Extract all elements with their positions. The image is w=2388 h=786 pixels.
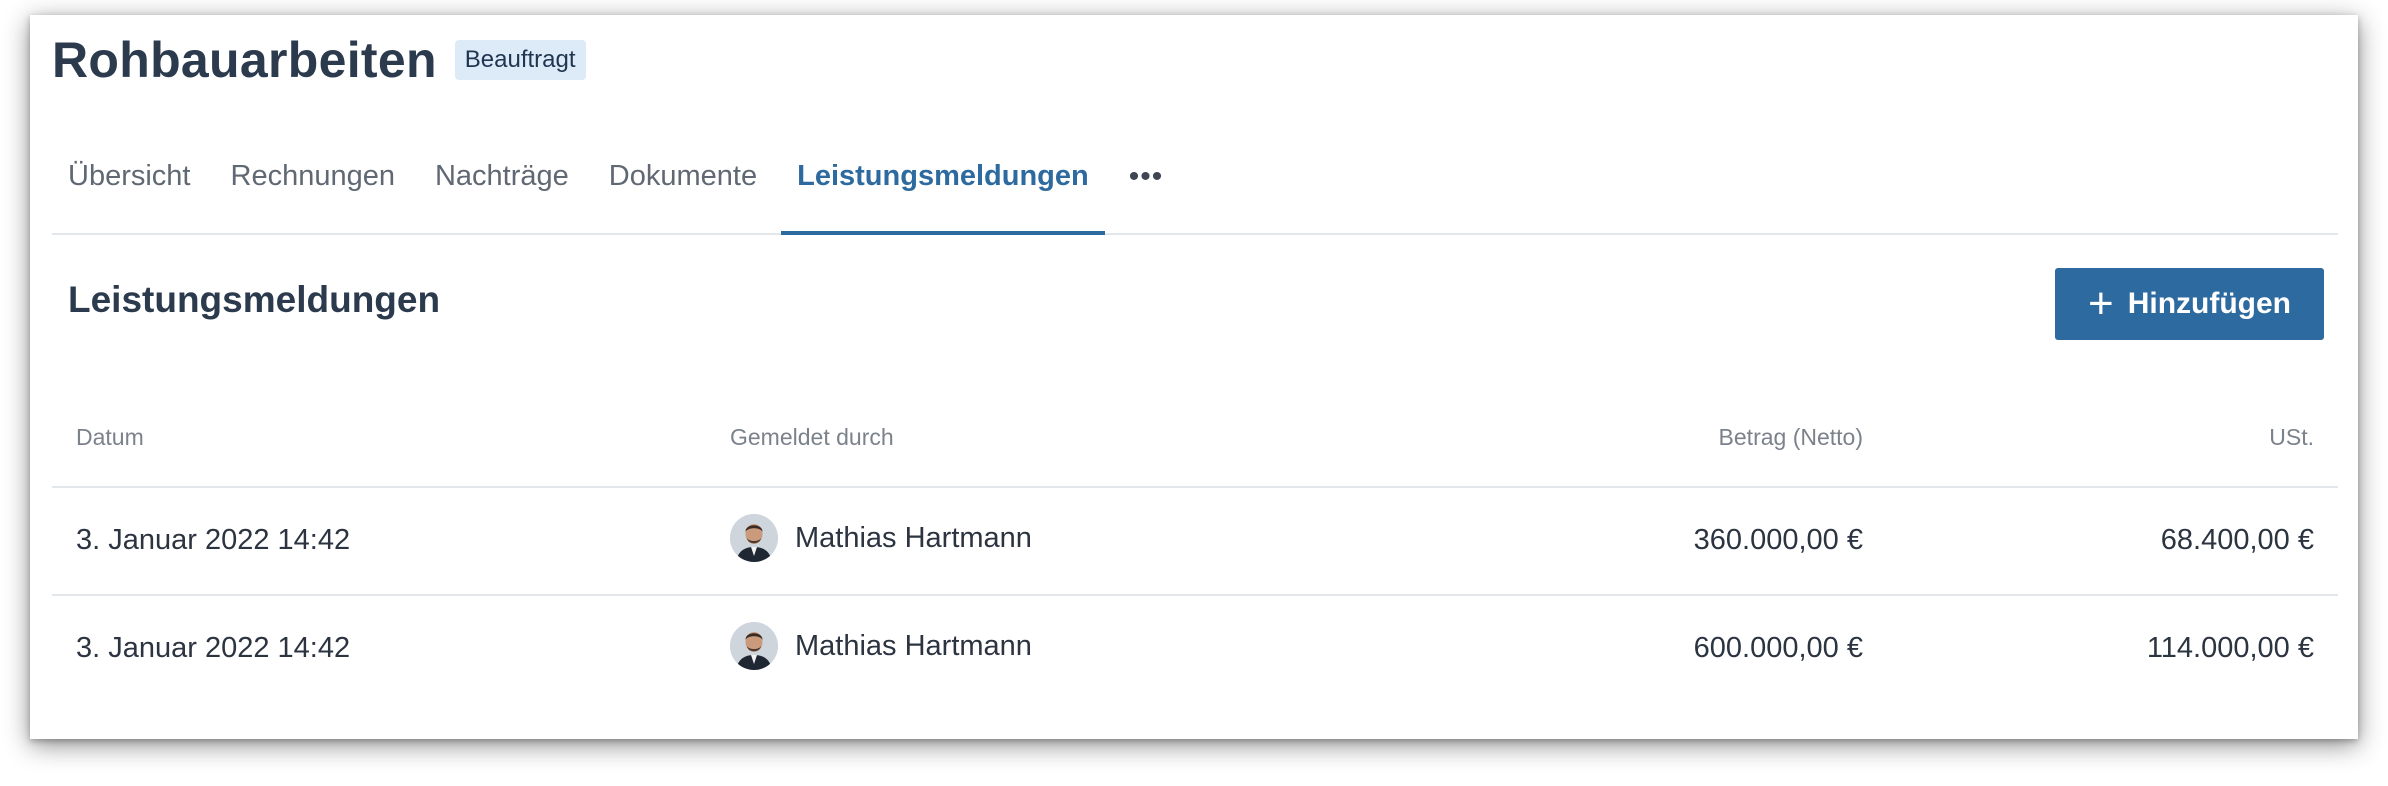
row-date: 3. Januar 2022 14:42	[76, 632, 351, 664]
row-amount: 360.000,00 €	[1693, 524, 1863, 556]
reporter: Mathias Hartmann	[730, 514, 1032, 562]
tab-bar: Übersicht Rechnungen Nachträge Dokumente…	[52, 120, 2338, 235]
row-amount: 600.000,00 €	[1693, 632, 1863, 664]
tab-nachtraege[interactable]: Nachträge	[419, 120, 585, 233]
status-badge: Beauftragt	[454, 40, 586, 80]
contract-card: Rohbauarbeiten Beauftragt Übersicht Rech…	[30, 15, 2358, 739]
column-header-amount[interactable]: Betrag (Netto)	[1719, 424, 1863, 451]
avatar	[730, 622, 778, 670]
add-button-label: Hinzufügen	[2127, 287, 2291, 320]
row-date: 3. Januar 2022 14:42	[76, 524, 351, 556]
more-tabs-icon[interactable]: •••	[1113, 120, 1180, 233]
reporter-name: Mathias Hartmann	[795, 629, 1032, 662]
reporter: Mathias Hartmann	[730, 622, 1032, 670]
avatar	[730, 514, 778, 562]
column-header-vat[interactable]: USt.	[2269, 424, 2314, 451]
plus-icon: +	[2087, 279, 2114, 328]
table-header: Datum Gemeldet durch Betrag (Netto) USt.	[52, 394, 2338, 488]
tab-dokumente[interactable]: Dokumente	[593, 120, 773, 233]
row-vat: 68.400,00 €	[2160, 524, 2314, 556]
tab-uebersicht[interactable]: Übersicht	[52, 120, 207, 233]
page-title: Rohbauarbeiten	[52, 32, 437, 88]
table-row[interactable]: 3. Januar 2022 14:42 Mathias Hartmann 60…	[52, 596, 2338, 702]
tab-rechnungen[interactable]: Rechnungen	[215, 120, 411, 233]
reports-table: Datum Gemeldet durch Betrag (Netto) USt.…	[52, 394, 2338, 702]
table-row[interactable]: 3. Januar 2022 14:42 Mathias Hartmann 36…	[52, 488, 2338, 596]
tab-leistungsmeldungen[interactable]: Leistungsmeldungen	[781, 120, 1105, 235]
page-header: Rohbauarbeiten Beauftragt	[52, 31, 586, 89]
row-vat: 114.000,00 €	[2146, 632, 2314, 664]
section-title: Leistungsmeldungen	[68, 279, 441, 320]
column-header-date[interactable]: Datum	[76, 424, 144, 451]
add-button[interactable]: + Hinzufügen	[2055, 268, 2324, 340]
reporter-name: Mathias Hartmann	[795, 521, 1032, 554]
column-header-reporter[interactable]: Gemeldet durch	[730, 424, 894, 451]
